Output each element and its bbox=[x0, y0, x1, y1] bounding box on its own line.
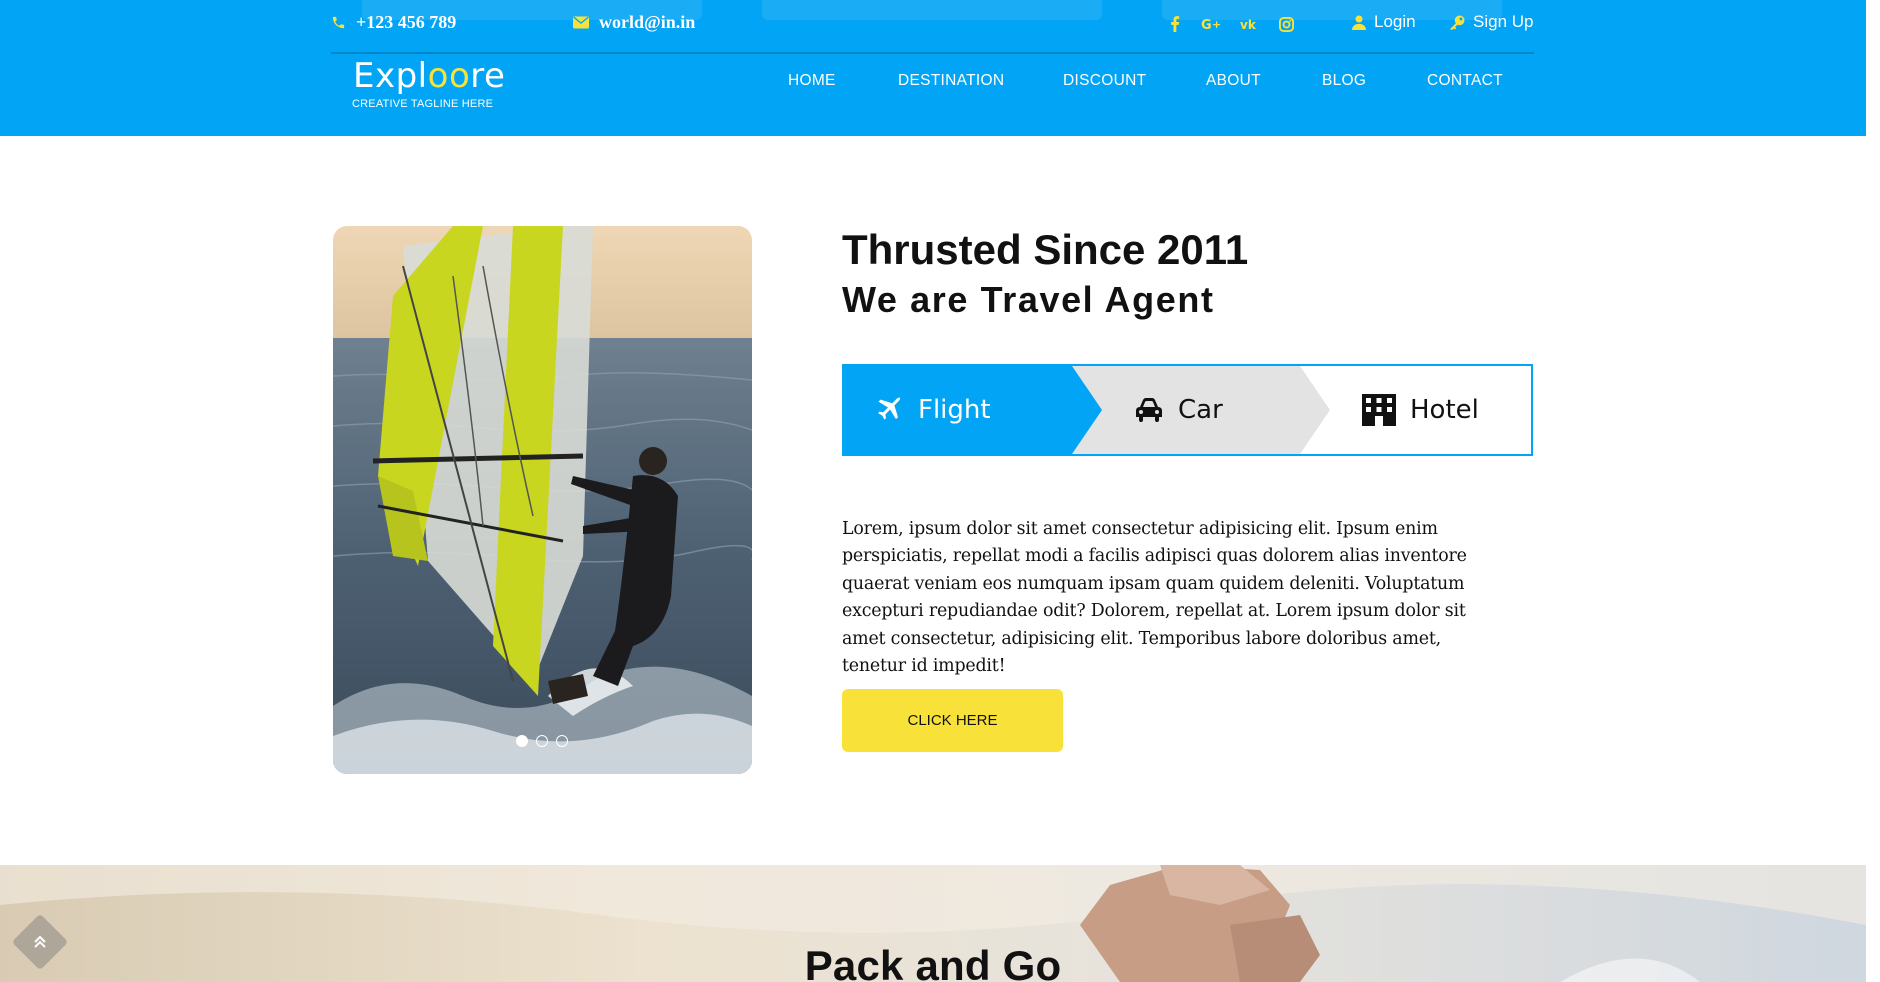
slider-dot[interactable] bbox=[556, 735, 568, 747]
login-link[interactable]: Login bbox=[1352, 12, 1416, 32]
pack-title: Pack and Go bbox=[804, 942, 1062, 982]
nav-about[interactable]: ABOUT bbox=[1206, 72, 1261, 90]
nav-discount[interactable]: DISCOUNT bbox=[1063, 72, 1146, 90]
nav-contact[interactable]: CONTACT bbox=[1427, 72, 1503, 90]
email-link[interactable]: world@in.in bbox=[573, 12, 695, 33]
slider-dot[interactable] bbox=[516, 735, 528, 747]
tab-flight[interactable]: Flight bbox=[874, 366, 991, 454]
user-icon bbox=[1352, 15, 1366, 30]
tab-car-label: Car bbox=[1178, 395, 1223, 425]
svg-text:vk: vk bbox=[1240, 18, 1257, 31]
nav-home[interactable]: HOME bbox=[788, 72, 836, 90]
double-chevron-up-icon bbox=[28, 930, 52, 954]
phone-link[interactable]: +123 456 789 bbox=[331, 12, 456, 33]
tab-hotel[interactable]: Hotel bbox=[1362, 366, 1479, 454]
nav-destination[interactable]: DESTINATION bbox=[898, 72, 1004, 90]
tab-car[interactable]: Car bbox=[1134, 366, 1223, 454]
plane-icon bbox=[878, 396, 901, 420]
click-here-button[interactable]: CLICK HERE bbox=[842, 689, 1063, 752]
hotel-icon bbox=[1362, 394, 1396, 426]
logo-tagline: CREATIVE TAGLINE HERE bbox=[352, 98, 494, 110]
signup-label: Sign Up bbox=[1473, 12, 1534, 31]
header-decor-tab bbox=[762, 0, 1102, 20]
header-divider bbox=[331, 52, 1534, 54]
tab-flight-label: Flight bbox=[918, 395, 991, 425]
booking-tabs: Flight Car Hotel bbox=[842, 364, 1533, 456]
slider-dot[interactable] bbox=[536, 735, 548, 747]
signup-link[interactable]: Sign Up bbox=[1449, 12, 1533, 32]
vk-icon[interactable]: vk bbox=[1239, 14, 1263, 34]
windsurfer-image bbox=[333, 226, 752, 774]
about-subtitle: We are Travel Agent bbox=[842, 279, 1215, 320]
windsurfer-photo-slider[interactable] bbox=[333, 226, 752, 774]
site-header: +123 456 789 world@in.in G + vk Login Si… bbox=[0, 0, 1866, 136]
phone-icon bbox=[332, 16, 345, 29]
svg-text:+: + bbox=[1212, 18, 1221, 31]
key-icon bbox=[1449, 14, 1465, 30]
nav-blog[interactable]: BLOG bbox=[1322, 72, 1366, 90]
login-label: Login bbox=[1374, 12, 1416, 31]
tab-hotel-label: Hotel bbox=[1410, 395, 1479, 425]
about-paragraph: Lorem, ipsum dolor sit amet consectetur … bbox=[842, 519, 1467, 677]
instagram-icon[interactable] bbox=[1276, 14, 1296, 34]
about-title: Thrusted Since 2011 bbox=[842, 226, 1249, 273]
slider-pagination bbox=[516, 735, 568, 747]
car-icon bbox=[1136, 398, 1162, 422]
svg-text:G: G bbox=[1201, 18, 1212, 32]
site-logo[interactable]: Exploore CREATIVE TAGLINE HERE bbox=[352, 56, 506, 110]
logo-wordmark: Exploore bbox=[353, 56, 506, 96]
google-plus-icon[interactable]: G + bbox=[1200, 14, 1226, 34]
phone-number: +123 456 789 bbox=[356, 12, 457, 32]
email-address: world@in.in bbox=[599, 12, 696, 32]
facebook-icon[interactable] bbox=[1165, 14, 1185, 34]
mail-icon bbox=[573, 16, 589, 29]
